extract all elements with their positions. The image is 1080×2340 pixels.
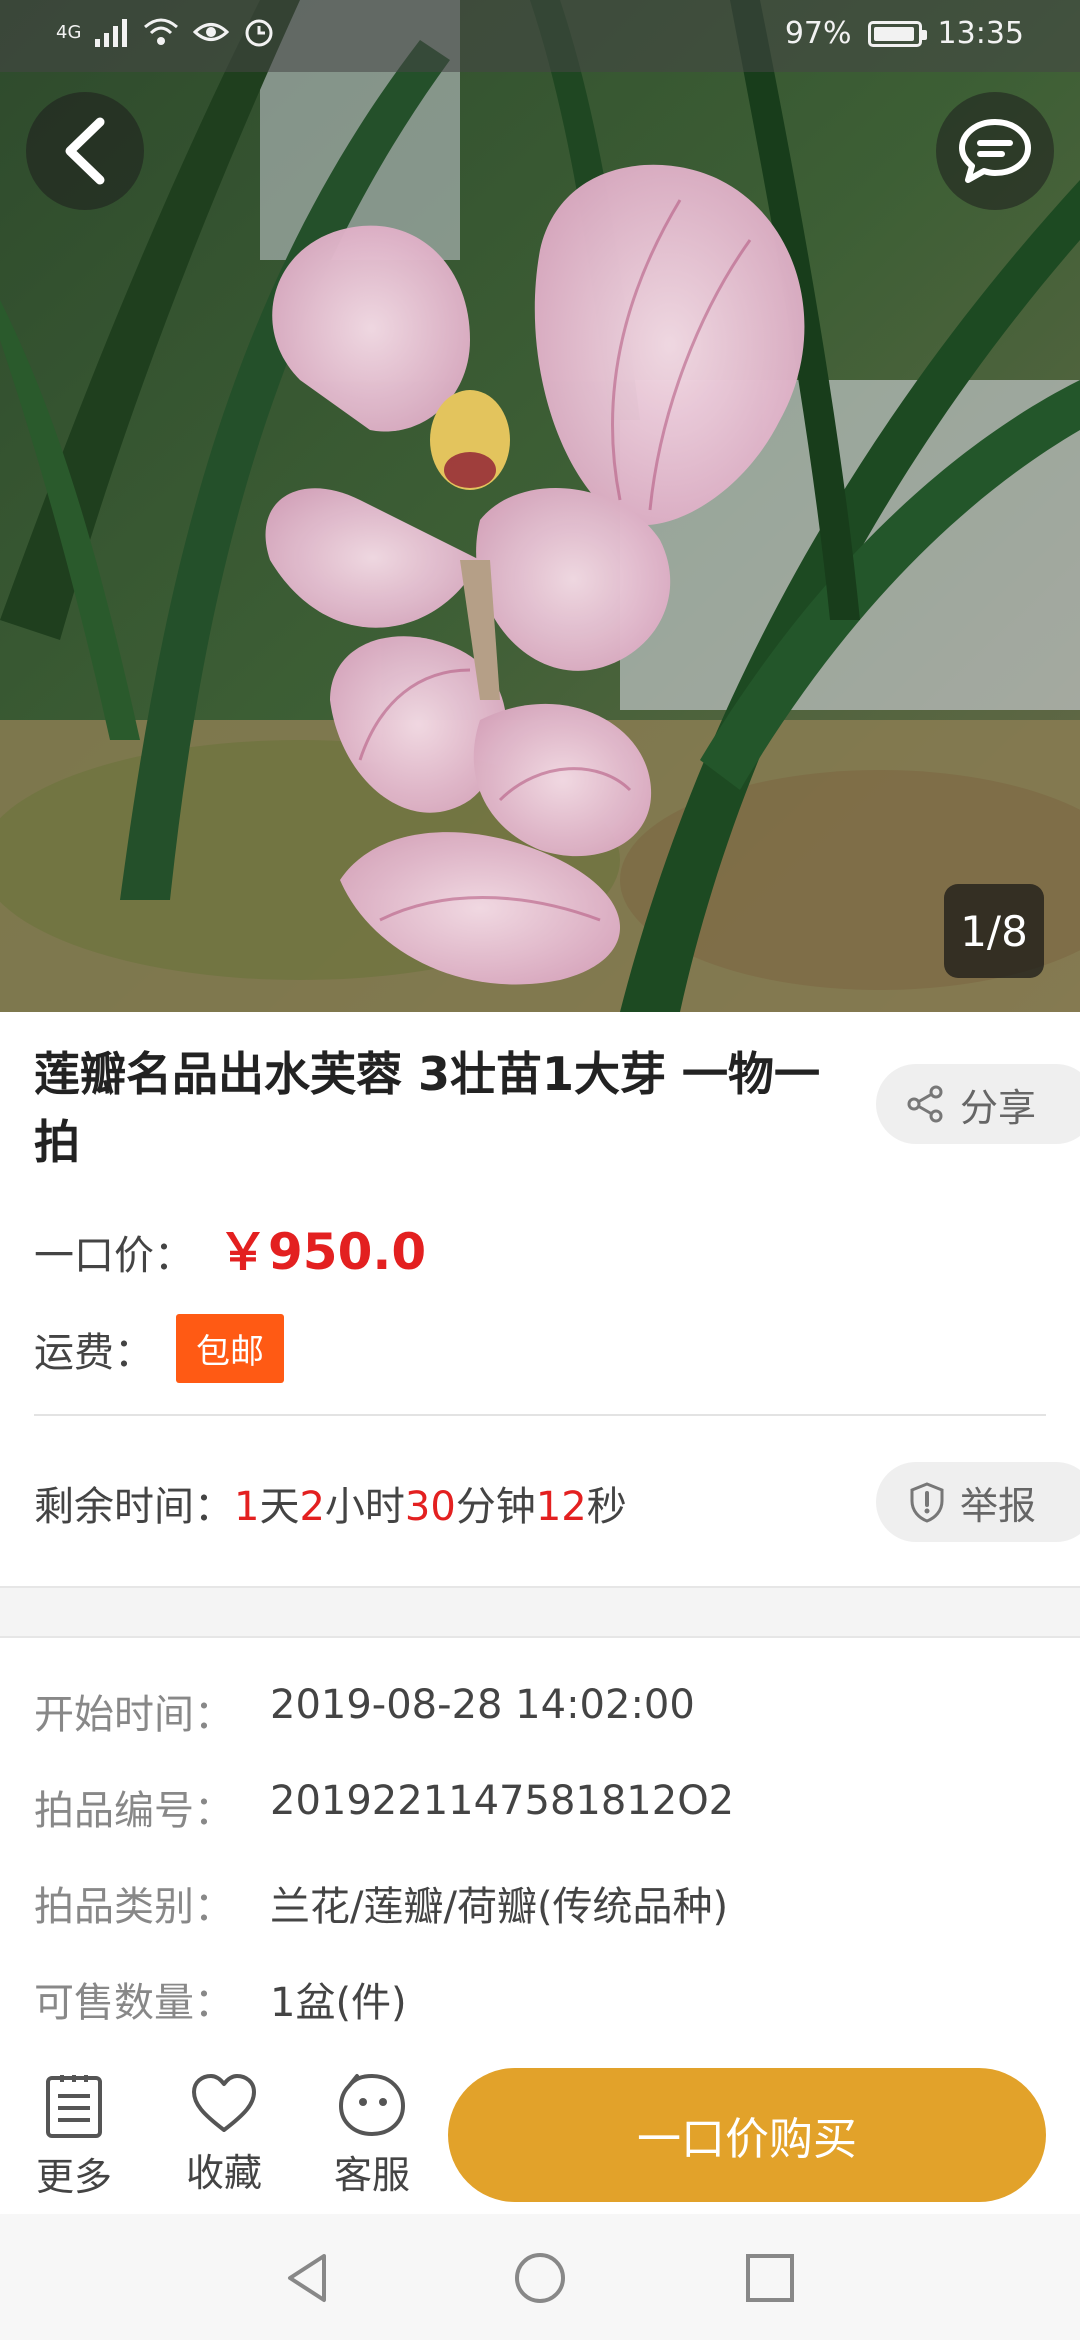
remaining-time: 剩余时间： 1 天 2 小时 30 分钟 12 秒	[34, 1474, 627, 1532]
product-photo-carousel[interactable]: 4G 97% 13:35 1/8	[0, 0, 1080, 1012]
detail-value: 2019-08-28 14:02:00	[270, 1682, 695, 1728]
detail-key: 开始时间：	[34, 1692, 234, 1738]
battery-icon	[867, 20, 927, 47]
price-row: 一口价： ￥950.0	[34, 1212, 426, 1284]
chevron-left-icon	[65, 117, 105, 185]
photo-page-indicator: 1/8	[944, 884, 1044, 978]
remaining-hours: 2	[299, 1484, 325, 1530]
detail-key: 拍品类别：	[34, 1884, 234, 1930]
product-photo	[0, 0, 1080, 1012]
customer-service-button[interactable]: 客服	[312, 2072, 432, 2199]
remaining-seconds: 12	[535, 1484, 587, 1530]
chat-bubble-icon	[959, 119, 1031, 183]
service-face-icon	[339, 2074, 405, 2136]
detail-key: 拍品编号：	[34, 1788, 234, 1834]
product-title: 莲瓣名品出水芙蓉 3壮苗1大芽 一物一拍	[34, 1047, 821, 1169]
chat-button[interactable]	[936, 92, 1054, 210]
seconds-unit: 秒	[586, 1484, 627, 1530]
more-label: 更多	[35, 2155, 112, 2199]
battery-fill	[873, 26, 915, 41]
price-value: ￥950.0	[218, 1223, 427, 1281]
nav-recents-icon[interactable]	[742, 2250, 798, 2306]
alarm-icon	[245, 19, 273, 47]
heart-icon	[192, 2074, 256, 2132]
hours-unit: 小时	[324, 1484, 405, 1530]
detail-value: 兰花/莲瓣/荷瓣(传统品种)	[270, 1884, 729, 1930]
detail-key: 可售数量：	[34, 1980, 234, 2026]
shield-icon	[910, 1482, 944, 1523]
favorite-button[interactable]: 收藏	[164, 2072, 284, 2197]
detail-start-time: 开始时间： 2019-08-28 14:02:00	[34, 1682, 695, 1740]
report-label: 举报	[960, 1483, 1037, 1528]
remaining-minutes: 30	[404, 1484, 456, 1530]
remaining-days: 1	[234, 1484, 260, 1530]
favorite-label: 收藏	[185, 2151, 262, 2195]
buy-now-button[interactable]: 一口价购买	[448, 2068, 1046, 2202]
status-icons-left: 4G	[56, 16, 275, 48]
report-button[interactable]: 举报	[876, 1462, 1080, 1542]
share-label: 分享	[960, 1085, 1037, 1130]
nav-back-icon[interactable]	[280, 2250, 336, 2306]
status-bar: 4G 97% 13:35	[0, 0, 1080, 72]
network-type: 4G	[56, 21, 82, 43]
detail-item-number: 拍品编号： 2019221147581812O2	[34, 1778, 734, 1836]
shipping-row: 运费： 包邮	[34, 1314, 284, 1383]
system-nav-bar	[0, 2214, 1080, 2340]
section-gap	[0, 1586, 1080, 1638]
wifi-icon	[144, 18, 179, 45]
free-shipping-badge: 包邮	[176, 1314, 284, 1383]
more-button[interactable]: 更多	[14, 2072, 134, 2201]
shipping-label: 运费：	[34, 1329, 154, 1376]
detail-value: 2019221147581812O2	[270, 1778, 735, 1824]
share-icon	[907, 1085, 943, 1123]
minutes-unit: 分钟	[455, 1484, 536, 1530]
clock: 13:35	[937, 16, 1024, 51]
back-button[interactable]	[26, 92, 144, 210]
days-unit: 天	[259, 1484, 300, 1530]
service-label: 客服	[333, 2153, 410, 2197]
document-list-icon	[46, 2075, 102, 2138]
status-icons-right: 97% 13:35	[785, 16, 1024, 51]
remaining-label: 剩余时间：	[34, 1484, 234, 1530]
detail-value: 1盆(件)	[270, 1980, 407, 2026]
battery-percent: 97%	[784, 16, 852, 51]
share-button[interactable]: 分享	[876, 1064, 1080, 1144]
bottom-action-bar: 更多 收藏 客服 一口价购买	[0, 2050, 1080, 2210]
detail-quantity: 可售数量： 1盆(件)	[34, 1970, 407, 2028]
nav-home-icon[interactable]	[512, 2250, 568, 2306]
divider	[34, 1414, 1046, 1416]
signal-icon	[95, 19, 128, 47]
price-label: 一口价：	[34, 1233, 194, 1279]
detail-category: 拍品类别： 兰花/莲瓣/荷瓣(传统品种)	[34, 1874, 728, 1932]
eye-icon	[193, 23, 230, 41]
